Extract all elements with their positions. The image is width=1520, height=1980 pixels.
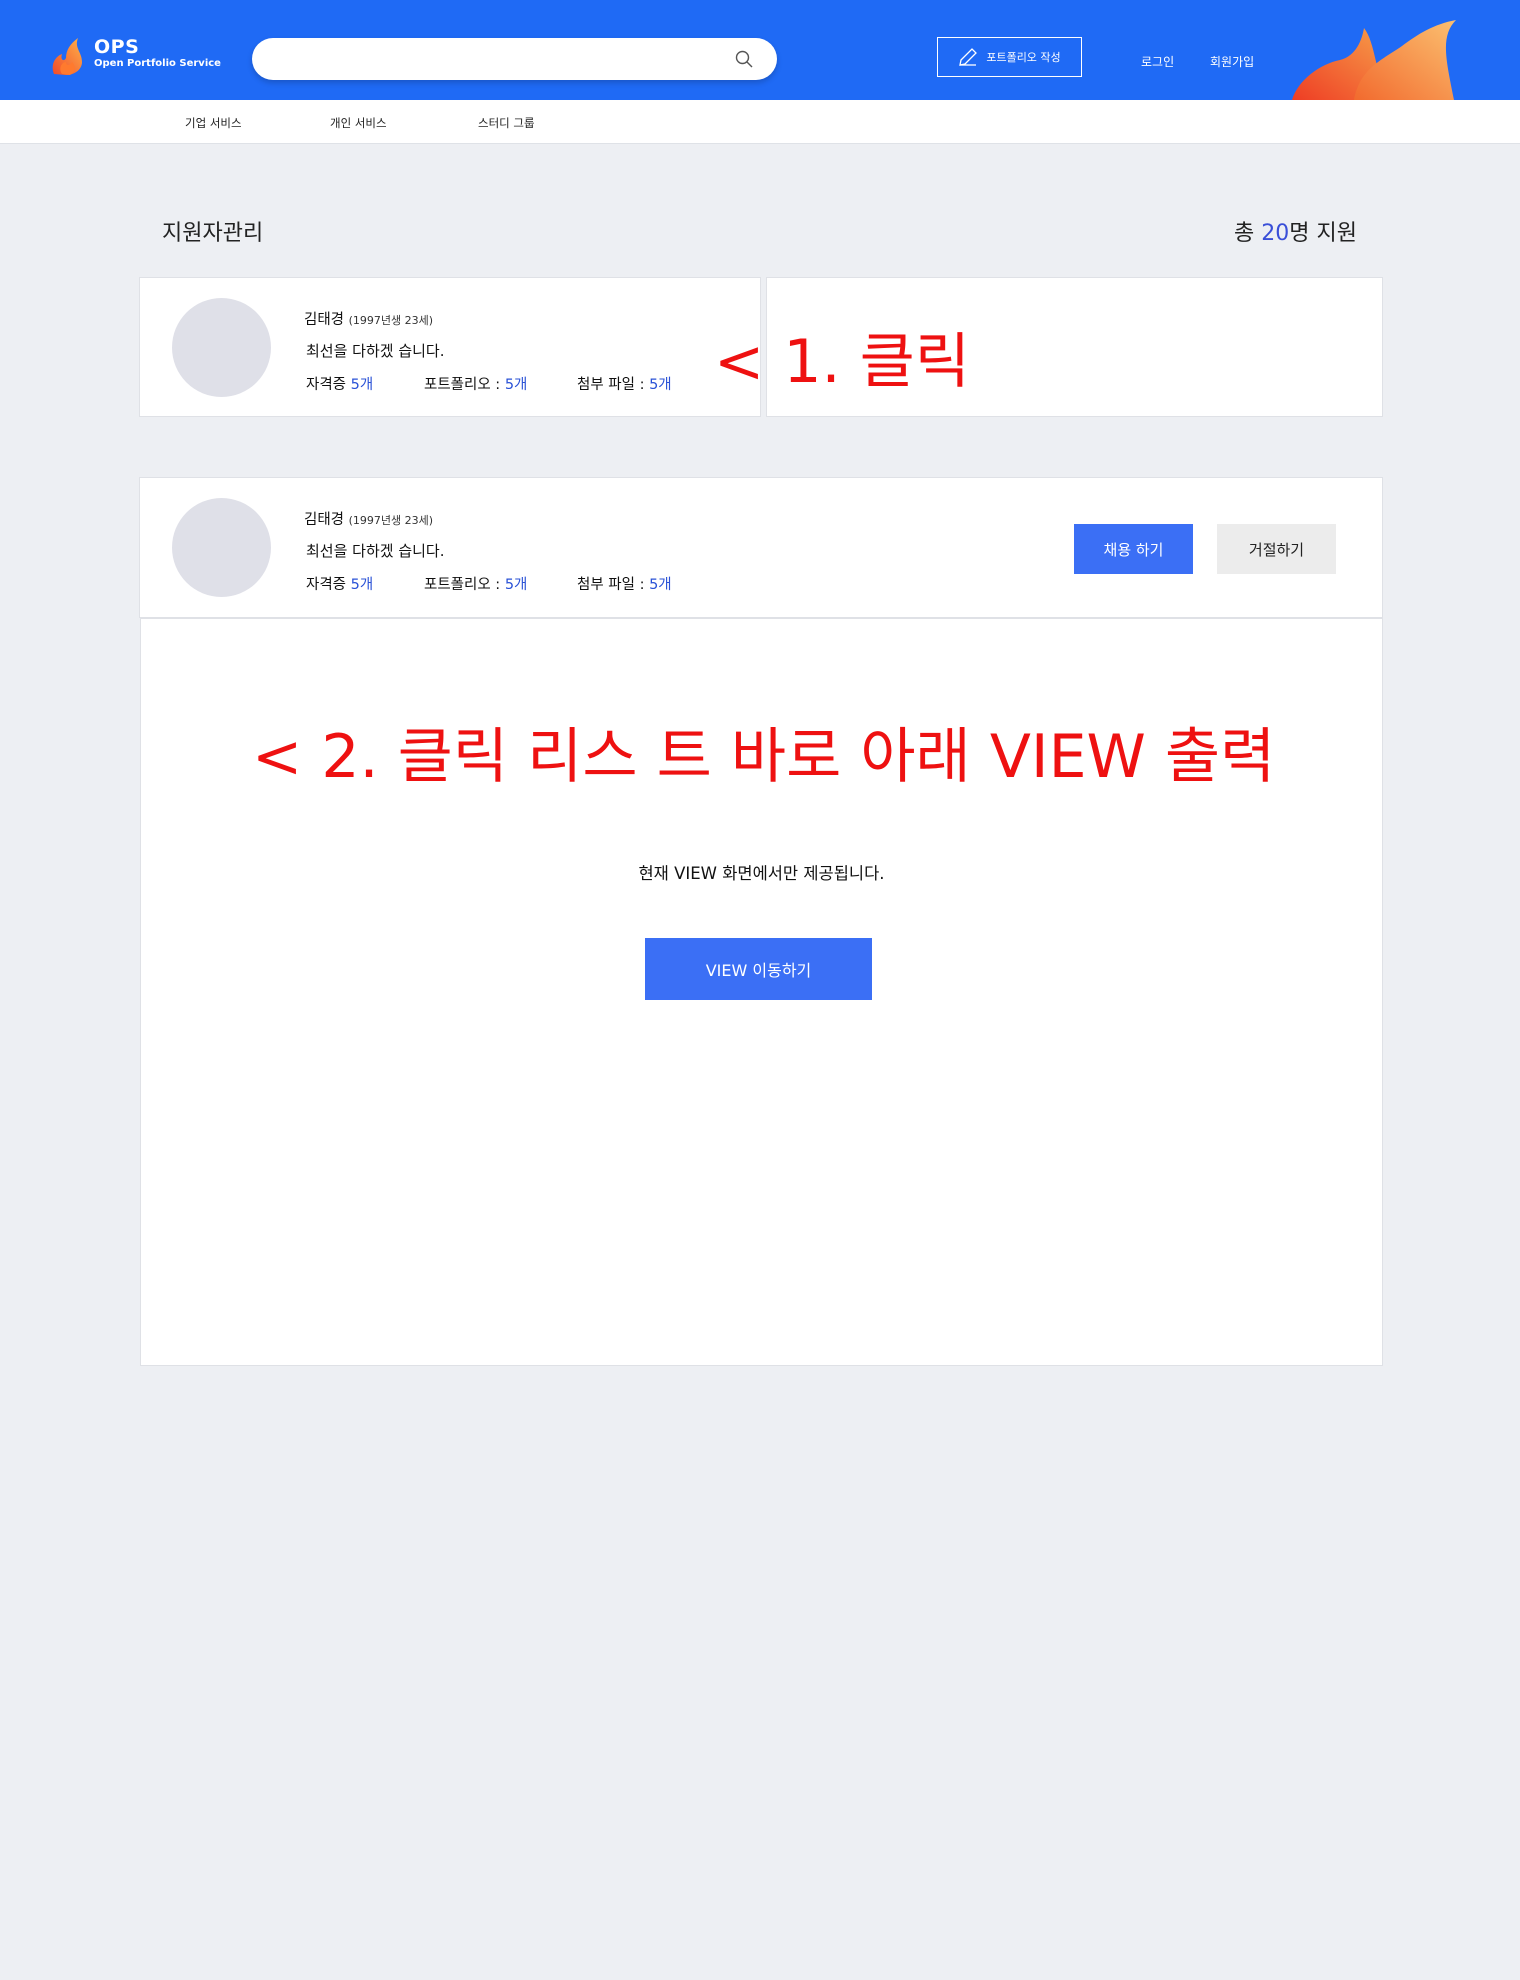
logo-flame-icon <box>52 38 82 75</box>
applicant-motto: 최선을 다하겠 습니다. <box>306 342 445 360</box>
view-message: 현재 VIEW 화면에서만 제공됩니다. <box>638 864 885 883</box>
portfolio-stat: 포트폴리오 : 5개 <box>424 573 527 594</box>
write-portfolio-label: 포트폴리오 작성 <box>986 51 1061 64</box>
avatar <box>172 298 271 397</box>
cert-label: 자격증 <box>306 577 351 593</box>
file-label: 첨부 파일 : <box>577 577 650 593</box>
logo-subtitle: Open Portfolio Service <box>94 58 221 69</box>
applicant-meta: (1997년생 23세) <box>348 314 434 327</box>
ops-logo[interactable]: OPS Open Portfolio Service <box>48 36 221 76</box>
portfolio-value: 5개 <box>504 377 528 393</box>
file-stat: 첨부 파일 : 5개 <box>577 573 672 594</box>
page-title: 지원자관리 <box>162 221 264 246</box>
sub-navigation: 기업 서비스 개인 서비스 스터디 그룹 <box>0 100 1520 144</box>
search-input[interactable] <box>272 47 712 71</box>
portfolio-value: 5개 <box>504 577 528 593</box>
applicant-name-text: 김태경 <box>304 312 345 328</box>
applicant-name-text: 김태경 <box>304 512 345 528</box>
total-prefix: 총 <box>1234 221 1262 246</box>
file-value: 5개 <box>649 377 672 393</box>
annotation-step-1: < 1. 클릭 <box>714 327 971 397</box>
file-label: 첨부 파일 : <box>577 377 650 393</box>
cert-stat: 자격증 5개 <box>306 573 373 594</box>
search-icon[interactable] <box>735 50 753 68</box>
top-header: OPS Open Portfolio Service 포트폴리오 작성 로그인 … <box>0 0 1520 100</box>
total-count: 20 <box>1261 221 1290 246</box>
cert-stat: 자격증 5개 <box>306 373 373 394</box>
subnav-study-group[interactable]: 스터디 그룹 <box>478 115 535 131</box>
signup-link[interactable]: 회원가입 <box>1210 53 1254 70</box>
applicant-motto: 최선을 다하겠 습니다. <box>306 542 445 560</box>
portfolio-stat: 포트폴리오 : 5개 <box>424 373 527 394</box>
applicant-name: 김태경 (1997년생 23세) <box>304 308 433 329</box>
applicant-card[interactable]: 김태경 (1997년생 23세) 최선을 다하겠 습니다. 자격증 5개 포트폴… <box>139 277 761 417</box>
cert-value: 5개 <box>350 377 374 393</box>
portfolio-label: 포트폴리오 : <box>424 577 505 593</box>
applicant-name: 김태경 (1997년생 23세) <box>304 508 433 529</box>
reject-button[interactable]: 거절하기 <box>1217 524 1336 574</box>
file-value: 5개 <box>649 577 672 593</box>
cert-label: 자격증 <box>306 377 351 393</box>
write-portfolio-button[interactable]: 포트폴리오 작성 <box>937 37 1082 77</box>
applicant-meta: (1997년생 23세) <box>348 514 434 527</box>
header-flame-decoration <box>1292 20 1456 100</box>
pencil-icon <box>959 48 978 66</box>
total-suffix: 명 지원 <box>1289 221 1357 246</box>
hire-button[interactable]: 채용 하기 <box>1074 524 1193 574</box>
logo-title: OPS <box>94 36 140 58</box>
cert-value: 5개 <box>350 577 374 593</box>
applicant-card-selected[interactable]: 김태경 (1997년생 23세) 최선을 다하겠 습니다. 자격증 5개 포트폴… <box>139 477 1383 618</box>
annotation-step-2: < 2. 클릭 리스 트 바로 아래 VIEW 출력 <box>252 722 1276 792</box>
avatar <box>172 498 271 597</box>
file-stat: 첨부 파일 : 5개 <box>577 373 672 394</box>
subnav-personal[interactable]: 개인 서비스 <box>330 115 387 131</box>
view-move-button[interactable]: VIEW 이동하기 <box>645 938 872 1000</box>
applicant-total: 총 20명 지원 <box>1234 215 1357 247</box>
subnav-corporate[interactable]: 기업 서비스 <box>185 115 242 131</box>
portfolio-label: 포트폴리오 : <box>424 377 505 393</box>
login-link[interactable]: 로그인 <box>1141 53 1174 70</box>
search-bar <box>252 38 777 80</box>
